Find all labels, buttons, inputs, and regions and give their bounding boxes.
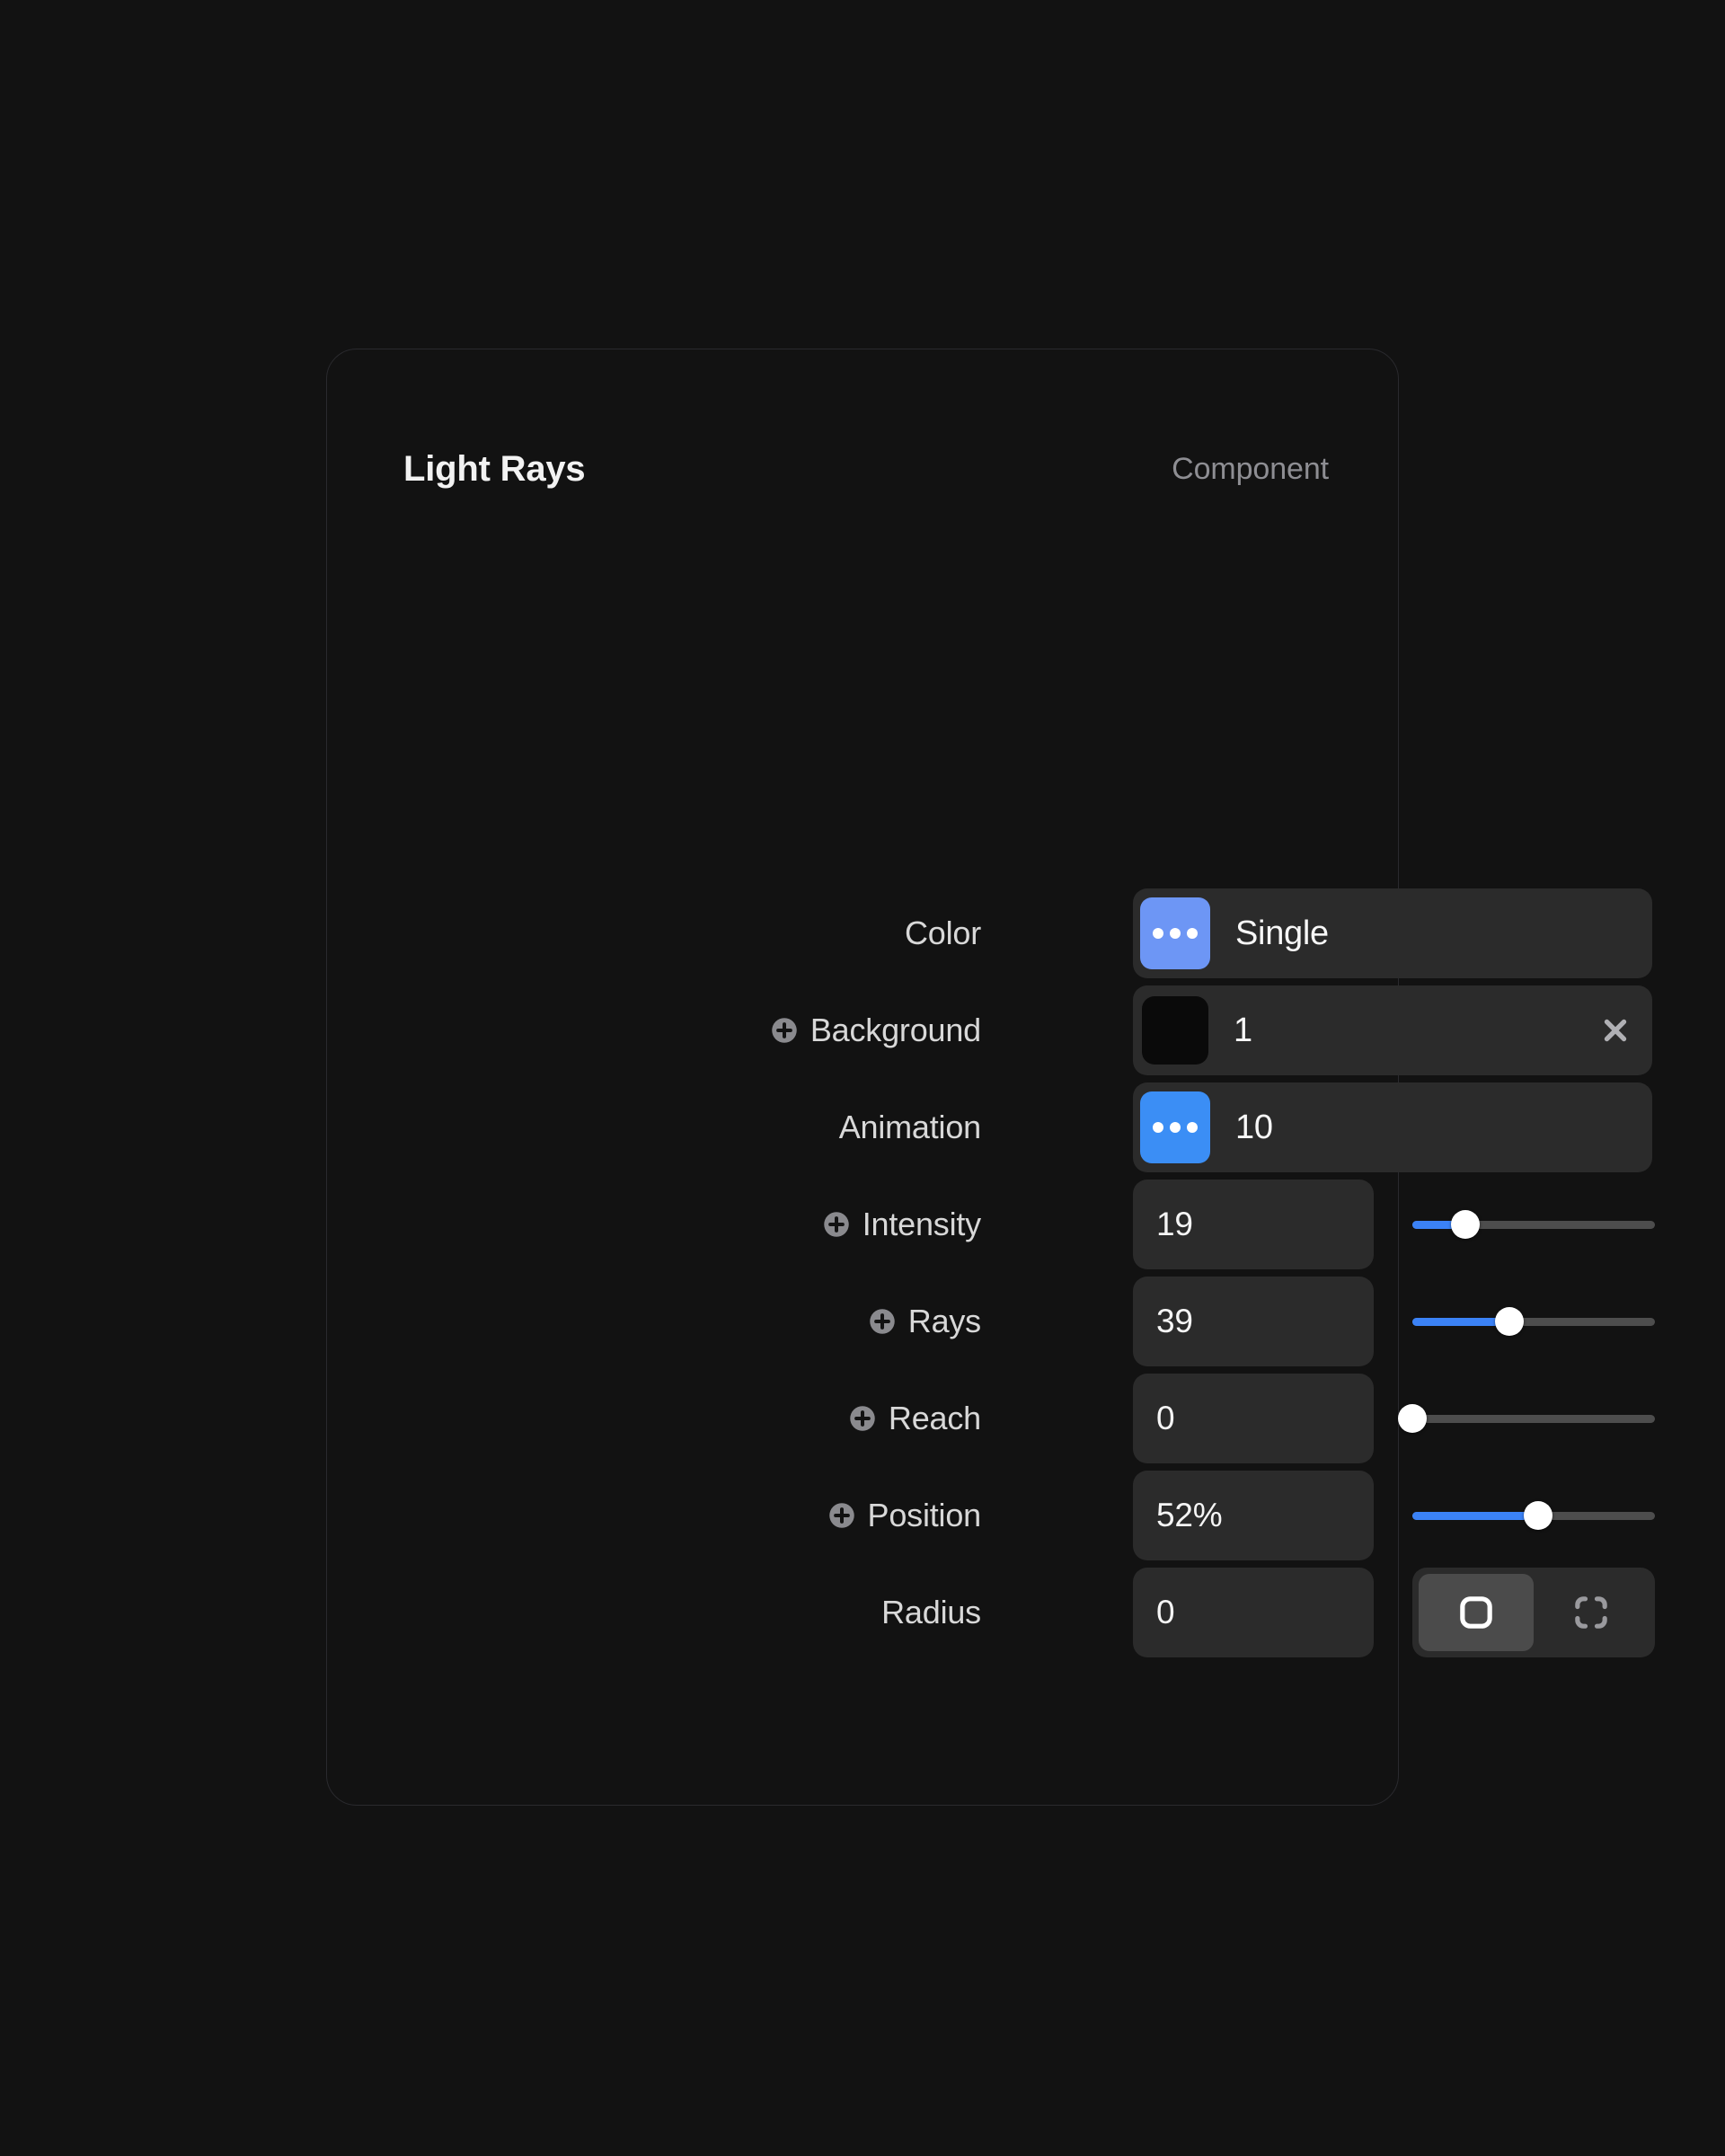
- slider-track[interactable]: [1412, 1210, 1655, 1239]
- intensity-value: 19: [1156, 1206, 1193, 1242]
- add-icon[interactable]: [771, 1017, 798, 1044]
- color-mode-dropdown[interactable]: Single: [1133, 888, 1652, 978]
- row-position: Position 52%: [327, 1471, 1655, 1560]
- rays-input[interactable]: 39: [1133, 1277, 1374, 1366]
- rays-value: 39: [1156, 1303, 1193, 1339]
- add-icon[interactable]: [849, 1405, 876, 1432]
- slider-track[interactable]: [1398, 1404, 1655, 1433]
- intensity-slider[interactable]: [1412, 1180, 1655, 1269]
- row-animation: Animation 10: [327, 1082, 1652, 1172]
- row-label-text: Radius: [881, 1594, 981, 1630]
- row-label-text: Position: [867, 1497, 982, 1533]
- animation-field[interactable]: 10: [1133, 1082, 1652, 1172]
- row-color-label: Color: [327, 888, 1010, 978]
- reach-slider[interactable]: [1398, 1374, 1655, 1463]
- slider-thumb[interactable]: [1524, 1501, 1553, 1530]
- dots-icon: [1140, 897, 1210, 969]
- row-label-text: Background: [809, 1012, 981, 1048]
- row-radius-label: Radius: [327, 1568, 1010, 1657]
- row-label-text: Reach: [888, 1400, 981, 1436]
- animation-value: 10: [1235, 1108, 1273, 1146]
- radius-independent-button[interactable]: [1534, 1574, 1649, 1651]
- component-type-label: Component: [1172, 451, 1329, 486]
- row-background: Background 1: [327, 985, 1652, 1075]
- slider-thumb[interactable]: [1495, 1307, 1524, 1336]
- row-color: Color Single: [327, 888, 1652, 978]
- row-rays: Rays 39: [327, 1277, 1655, 1366]
- slider-track[interactable]: [1412, 1501, 1655, 1530]
- position-input[interactable]: 52%: [1133, 1471, 1374, 1560]
- add-icon[interactable]: [869, 1308, 896, 1335]
- color-swatch[interactable]: [1142, 996, 1208, 1065]
- radius-value: 0: [1156, 1594, 1175, 1630]
- page-title: Light Rays: [403, 448, 586, 489]
- radius-uniform-button[interactable]: [1419, 1574, 1534, 1651]
- row-position-label: Position: [327, 1471, 1010, 1560]
- slider-thumb[interactable]: [1398, 1404, 1427, 1433]
- row-background-label: Background: [327, 985, 1010, 1075]
- row-label-text: Intensity: [862, 1206, 981, 1242]
- row-reach-label: Reach: [327, 1374, 1010, 1463]
- position-slider[interactable]: [1412, 1471, 1655, 1560]
- add-icon[interactable]: [823, 1211, 850, 1238]
- panel-header: Light Rays Component: [403, 444, 1329, 494]
- screen: Light Rays Component Color Single Backgr…: [0, 0, 1725, 2156]
- background-color-field[interactable]: 1: [1133, 985, 1652, 1075]
- reach-value: 0: [1156, 1400, 1175, 1436]
- background-value: 1: [1234, 1011, 1252, 1049]
- reach-input[interactable]: 0: [1133, 1374, 1374, 1463]
- row-label-text: Rays: [907, 1303, 981, 1339]
- light-rays-properties-panel: Light Rays Component Color Single Backgr…: [326, 349, 1655, 1806]
- color-mode-value: Single: [1235, 914, 1329, 952]
- row-label-text: Animation: [838, 1109, 981, 1145]
- add-icon[interactable]: [828, 1502, 855, 1529]
- rounded-square-icon: [1460, 1596, 1492, 1629]
- row-rays-label: Rays: [327, 1277, 1010, 1366]
- slider-track[interactable]: [1412, 1307, 1655, 1336]
- row-intensity: Intensity 19: [327, 1180, 1655, 1269]
- rays-slider[interactable]: [1412, 1277, 1655, 1366]
- slider-fill: [1412, 1511, 1539, 1520]
- close-icon[interactable]: [1598, 1013, 1632, 1047]
- row-animation-label: Animation: [327, 1082, 1010, 1172]
- dots-icon: [1140, 1091, 1210, 1163]
- row-radius: Radius 0: [327, 1568, 1655, 1657]
- position-value: 52%: [1156, 1497, 1223, 1533]
- row-intensity-label: Intensity: [327, 1180, 1010, 1269]
- intensity-input[interactable]: 19: [1133, 1180, 1374, 1269]
- row-reach: Reach 0: [327, 1374, 1655, 1463]
- slider-thumb[interactable]: [1451, 1210, 1481, 1239]
- row-label-text: Color: [904, 915, 981, 951]
- radius-mode-segmented-control: [1412, 1568, 1655, 1657]
- radius-input[interactable]: 0: [1133, 1568, 1374, 1657]
- independent-corners-icon: [1575, 1596, 1607, 1629]
